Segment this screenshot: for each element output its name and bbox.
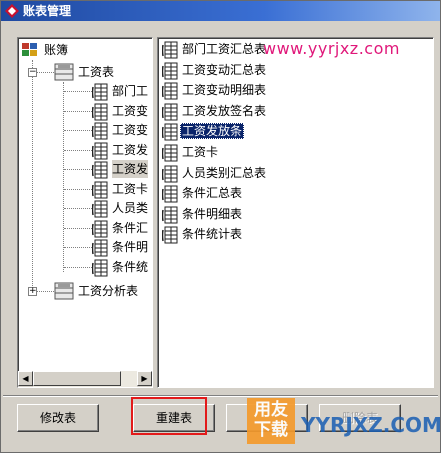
report-list-label: 人员类别汇总表: [182, 165, 267, 180]
watermark-logo-line2: 下载: [254, 420, 288, 440]
tree-report-item[interactable]: 条件统: [112, 258, 148, 276]
tree-line: [64, 266, 92, 268]
collapse-toggle[interactable]: −: [28, 68, 37, 77]
tree-line: [64, 130, 92, 131]
watermark-url: www.yyrjxz.com: [263, 39, 400, 58]
scroll-right-button[interactable]: ▶: [137, 371, 152, 386]
watermark-domain: YYRJXZ.COM: [301, 413, 441, 437]
tree-panel[interactable]: 账簿 − 工资表 部门工 工资变 工资变 工资发 工资发 工资卡 人员类 条件汇 条件明 条件统 …: [17, 37, 153, 388]
report-doc-icon: [92, 180, 108, 198]
report-doc-icon: [92, 121, 108, 140]
tree-line: [64, 188, 92, 190]
horizontal-scrollbar[interactable]: ◀ ▶: [18, 371, 152, 387]
app-icon: [5, 4, 19, 18]
window-title: 账表管理: [23, 4, 72, 18]
tree-line: [64, 247, 92, 248]
report-manager-window: 账表管理 账簿 − 工资表 部门工 工资变 工资变 工资发 工资发 工资卡 人员…: [0, 0, 441, 453]
tree-report-item[interactable]: 工资卡: [112, 180, 148, 198]
watermark-logo: 用友 下载: [247, 398, 295, 444]
tree-report-item[interactable]: 部门工: [112, 82, 148, 100]
report-list-label: 部门工资汇总表: [182, 42, 267, 56]
report-doc-icon: [92, 160, 108, 179]
report-list-label: 条件汇总表: [182, 186, 243, 201]
tree-line: [36, 72, 54, 73]
tree-line: [64, 227, 92, 229]
tree-line: [36, 291, 54, 292]
tree-report-item[interactable]: 工资变: [112, 102, 148, 120]
book-icon: [22, 43, 37, 56]
report-list-label: 工资发放条: [180, 123, 245, 140]
report-list-label: 条件明细表: [182, 206, 243, 221]
tree-root-ledger[interactable]: 账簿: [44, 41, 68, 59]
tree-group-payroll-analysis[interactable]: 工资分析表: [78, 282, 138, 300]
report-list-label: 工资发放签名表: [182, 103, 267, 118]
title-bar: 账表管理: [1, 1, 440, 21]
tree-report-item[interactable]: 人员类: [112, 199, 148, 217]
report-doc-icon: [92, 102, 108, 120]
watermark-logo-line1: 用友: [254, 400, 288, 420]
report-tree[interactable]: 账簿 − 工资表 部门工 工资变 工资变 工资发 工资发 工资卡 人员类 条件汇 条件明 条件统 …: [18, 38, 152, 371]
report-list-label: 工资变动汇总表: [182, 62, 267, 77]
expand-toggle[interactable]: +: [28, 287, 37, 296]
report-list-label: 工资变动明细表: [182, 83, 267, 98]
report-list-panel[interactable]: 部门工资汇总表 工资变动汇总表 工资变动明细表 工资发放签名表 工资发放条工资卡人员类别…: [157, 37, 434, 388]
highlight-annotation-box: [131, 397, 207, 435]
report-doc-icon: [92, 258, 108, 276]
scroll-left-button[interactable]: ◀: [18, 371, 33, 386]
tree-line: [32, 60, 33, 290]
report-doc-icon: [92, 199, 108, 218]
scroll-thumb[interactable]: [33, 371, 121, 386]
report-list-label: 工资卡: [182, 145, 219, 159]
folder-table-icon: [54, 63, 74, 81]
tree-line: [64, 169, 92, 170]
tree-report-item[interactable]: 工资发: [112, 160, 149, 178]
report-doc-icon: [92, 141, 108, 159]
report-list-label: 条件统计表: [182, 227, 243, 242]
folder-table-icon: [54, 282, 74, 300]
tree-line: [64, 208, 92, 209]
modify-table-button[interactable]: 修改表: [17, 404, 99, 432]
report-doc-icon: [92, 238, 108, 257]
tree-line: [64, 110, 92, 112]
tree-report-item[interactable]: 条件汇: [112, 219, 148, 237]
tree-report-item[interactable]: 工资发: [112, 141, 148, 159]
tree-group-payroll[interactable]: 工资表: [78, 63, 114, 81]
tree-report-item[interactable]: 条件明: [112, 238, 148, 256]
separator: [3, 395, 438, 397]
report-doc-icon: [92, 82, 108, 101]
tree-line: [64, 149, 92, 151]
tree-line: [64, 91, 92, 92]
report-doc-icon: [92, 219, 108, 237]
tree-report-item[interactable]: 工资变: [112, 121, 148, 139]
